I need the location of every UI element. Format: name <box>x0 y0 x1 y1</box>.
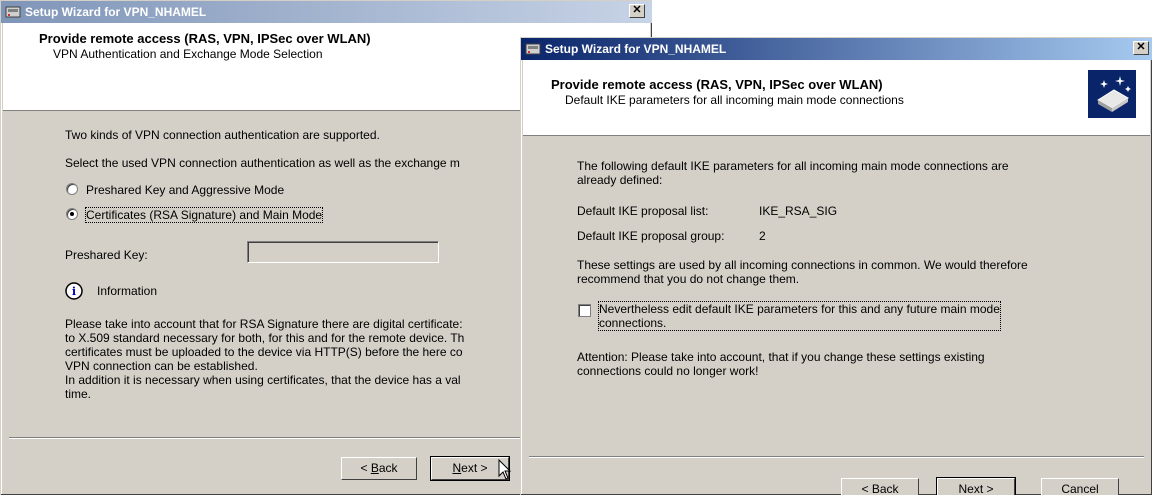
front-header-title: Provide remote access (RAS, VPN, IPSec o… <box>551 77 883 92</box>
information-text: Please take into account that for RSA Si… <box>65 317 464 401</box>
proposal-list-value: IKE_RSA_SIG <box>759 204 838 218</box>
back-title-bar[interactable]: Setup Wizard for VPN_NHAMEL <box>1 1 652 23</box>
settings-note-line1: These settings are used by all incoming … <box>577 258 1028 272</box>
front-back-button[interactable]: < Back <box>841 478 919 495</box>
info-line: time. <box>65 387 92 401</box>
front-wizard-window: Setup Wizard for VPN_NHAMEL ✕ Provide re… <box>520 37 1152 495</box>
back-label-prefix: < <box>360 461 371 475</box>
wizard-logo-icon <box>1088 70 1136 121</box>
wizard-app-icon <box>5 4 21 20</box>
next-label-rest: ext > <box>461 461 488 475</box>
info-line: VPN connection can be established. <box>65 359 258 373</box>
next-label-accel: N <box>452 461 462 475</box>
back-window-title: Setup Wizard for VPN_NHAMEL <box>25 5 207 19</box>
information-label: Information <box>97 284 158 298</box>
attention-line2: connections could no longer work! <box>577 364 759 378</box>
back-close-button[interactable]: ✕ <box>629 4 645 18</box>
svg-text:i: i <box>72 285 76 298</box>
mouse-cursor-icon <box>498 458 512 484</box>
info-line: Please take into account that for RSA Si… <box>65 317 463 331</box>
preshared-key-field[interactable] <box>247 241 439 263</box>
front-intro-line1: The following default IKE parameters for… <box>577 159 1009 173</box>
settings-note-line2: recommend that you do not change them. <box>577 272 800 286</box>
attention-line1: Attention: Please take into account, tha… <box>577 350 985 364</box>
checkbox-label-line2: connections. <box>599 316 667 330</box>
preshared-radio[interactable] <box>66 183 78 195</box>
attention-text: Attention: Please take into account, tha… <box>577 350 985 378</box>
back-label-accel: B <box>370 461 379 475</box>
wizard-app-icon <box>525 41 541 57</box>
info-line: to X.509 standard necessary for both, fo… <box>65 331 465 345</box>
back-header-subtitle: VPN Authentication and Exchange Mode Sel… <box>53 47 323 61</box>
back-intro-line1: Two kinds of VPN connection authenticati… <box>65 128 380 142</box>
certificates-radio[interactable] <box>66 208 78 220</box>
preshared-key-label: Preshared Key: <box>65 248 148 262</box>
info-line: certificates must be uploaded to the dev… <box>65 345 463 359</box>
proposal-group-value: 2 <box>759 229 766 243</box>
back-intro-line2: Select the used VPN connection authentic… <box>65 156 460 170</box>
settings-note: These settings are used by all incoming … <box>577 258 1028 286</box>
back-window-back-button[interactable]: < Back <box>341 457 417 480</box>
front-cancel-button[interactable]: Cancel <box>1041 478 1119 495</box>
back-label-rest: ack <box>378 461 398 475</box>
front-next-button[interactable]: Next > <box>936 477 1016 495</box>
front-title-bar[interactable]: Setup Wizard for VPN_NHAMEL <box>521 38 1152 60</box>
proposal-list-label: Default IKE proposal list: <box>577 204 709 218</box>
preshared-radio-label[interactable]: Preshared Key and Aggressive Mode <box>86 183 284 197</box>
edit-ike-checkbox[interactable] <box>578 304 591 317</box>
information-icon: i <box>65 282 83 303</box>
checkbox-label-line1: Nevertheless edit default IKE parameters… <box>599 302 1000 316</box>
front-header-subtitle: Default IKE parameters for all incoming … <box>565 93 904 107</box>
front-intro-text: The following default IKE parameters for… <box>577 159 1009 187</box>
front-intro-line2: already defined: <box>577 173 663 187</box>
front-window-title: Setup Wizard for VPN_NHAMEL <box>545 42 727 56</box>
certificates-radio-label[interactable]: Certificates (RSA Signature) and Main Mo… <box>84 207 324 223</box>
radio-selected-dot <box>70 212 74 216</box>
front-close-button[interactable]: ✕ <box>1133 41 1149 55</box>
edit-ike-checkbox-label[interactable]: Nevertheless edit default IKE parameters… <box>598 301 1001 331</box>
front-footer-separator <box>529 456 1144 458</box>
front-header-panel: Provide remote access (RAS, VPN, IPSec o… <box>523 60 1150 136</box>
info-line: In addition it is necessary when using c… <box>65 373 461 387</box>
back-header-title: Provide remote access (RAS, VPN, IPSec o… <box>39 31 371 46</box>
proposal-group-label: Default IKE proposal group: <box>577 229 725 243</box>
